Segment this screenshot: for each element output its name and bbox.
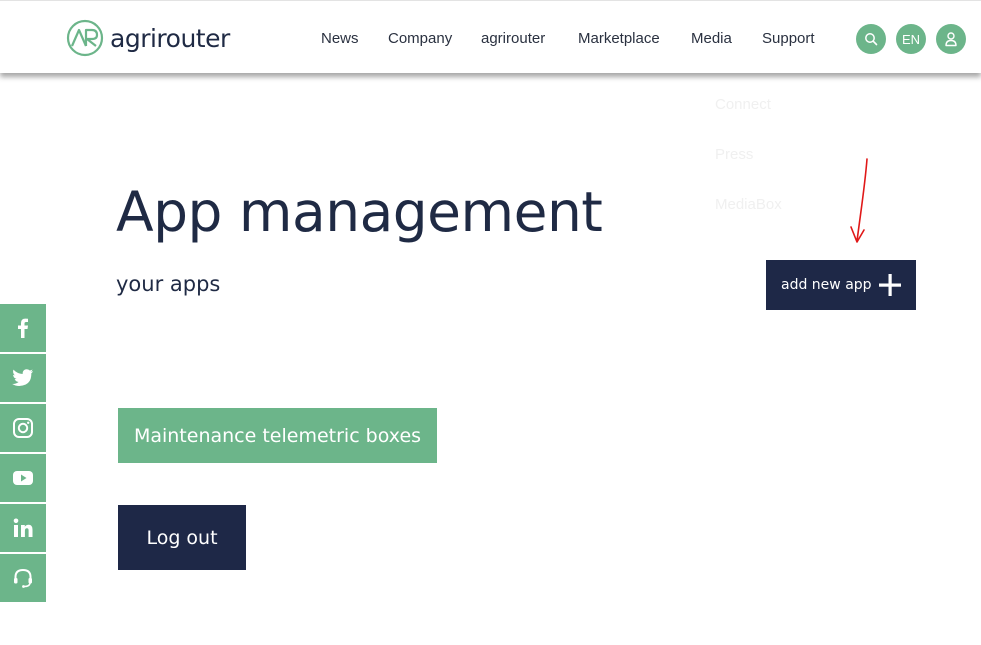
logout-button-label: Log out xyxy=(146,526,218,549)
instagram-icon xyxy=(13,418,33,438)
social-sidebar xyxy=(0,304,46,604)
page: agrirouter News Company agrirouter Marke… xyxy=(0,0,981,645)
search-icon xyxy=(865,33,878,46)
page-title: App management xyxy=(116,180,603,244)
nav-item-company[interactable]: Company xyxy=(388,30,452,47)
page-subtitle: your apps xyxy=(116,272,221,296)
main-nav: News Company agrirouter Marketplace Medi… xyxy=(0,30,981,50)
site-header: agrirouter News Company agrirouter Marke… xyxy=(0,0,981,73)
annotation-arrow-icon xyxy=(850,158,868,243)
twitter-icon xyxy=(12,369,34,386)
add-new-app-button[interactable]: add new app xyxy=(766,260,916,310)
account-button[interactable] xyxy=(936,24,966,54)
nav-item-news[interactable]: News xyxy=(321,30,359,47)
dropdown-item-connect[interactable]: Connect xyxy=(715,96,771,113)
add-new-app-label: add new app xyxy=(781,277,872,293)
headset-icon xyxy=(14,568,32,588)
logout-button[interactable]: Log out xyxy=(118,505,246,570)
maintenance-telemetric-boxes-button[interactable]: Maintenance telemetric boxes xyxy=(118,408,437,463)
search-button[interactable] xyxy=(856,24,886,54)
dropdown-item-mediabox[interactable]: MediaBox xyxy=(715,196,782,213)
nav-item-support[interactable]: Support xyxy=(762,30,815,47)
facebook-icon xyxy=(18,318,28,338)
user-icon xyxy=(945,32,957,47)
support-link[interactable] xyxy=(0,554,46,602)
linkedin-link[interactable] xyxy=(0,504,46,552)
linkedin-icon xyxy=(13,518,33,537)
nav-item-agrirouter[interactable]: agrirouter xyxy=(481,30,545,47)
facebook-link[interactable] xyxy=(0,304,46,352)
instagram-link[interactable] xyxy=(0,404,46,452)
twitter-link[interactable] xyxy=(0,354,46,402)
dropdown-item-press[interactable]: Press xyxy=(715,146,753,163)
maintenance-button-label: Maintenance telemetric boxes xyxy=(133,424,422,447)
plus-icon xyxy=(879,274,901,296)
nav-item-media[interactable]: Media xyxy=(691,30,732,47)
language-label: EN xyxy=(901,31,921,47)
youtube-icon xyxy=(13,471,33,485)
youtube-link[interactable] xyxy=(0,454,46,502)
nav-item-marketplace[interactable]: Marketplace xyxy=(578,30,660,47)
language-button[interactable]: EN xyxy=(896,24,926,54)
